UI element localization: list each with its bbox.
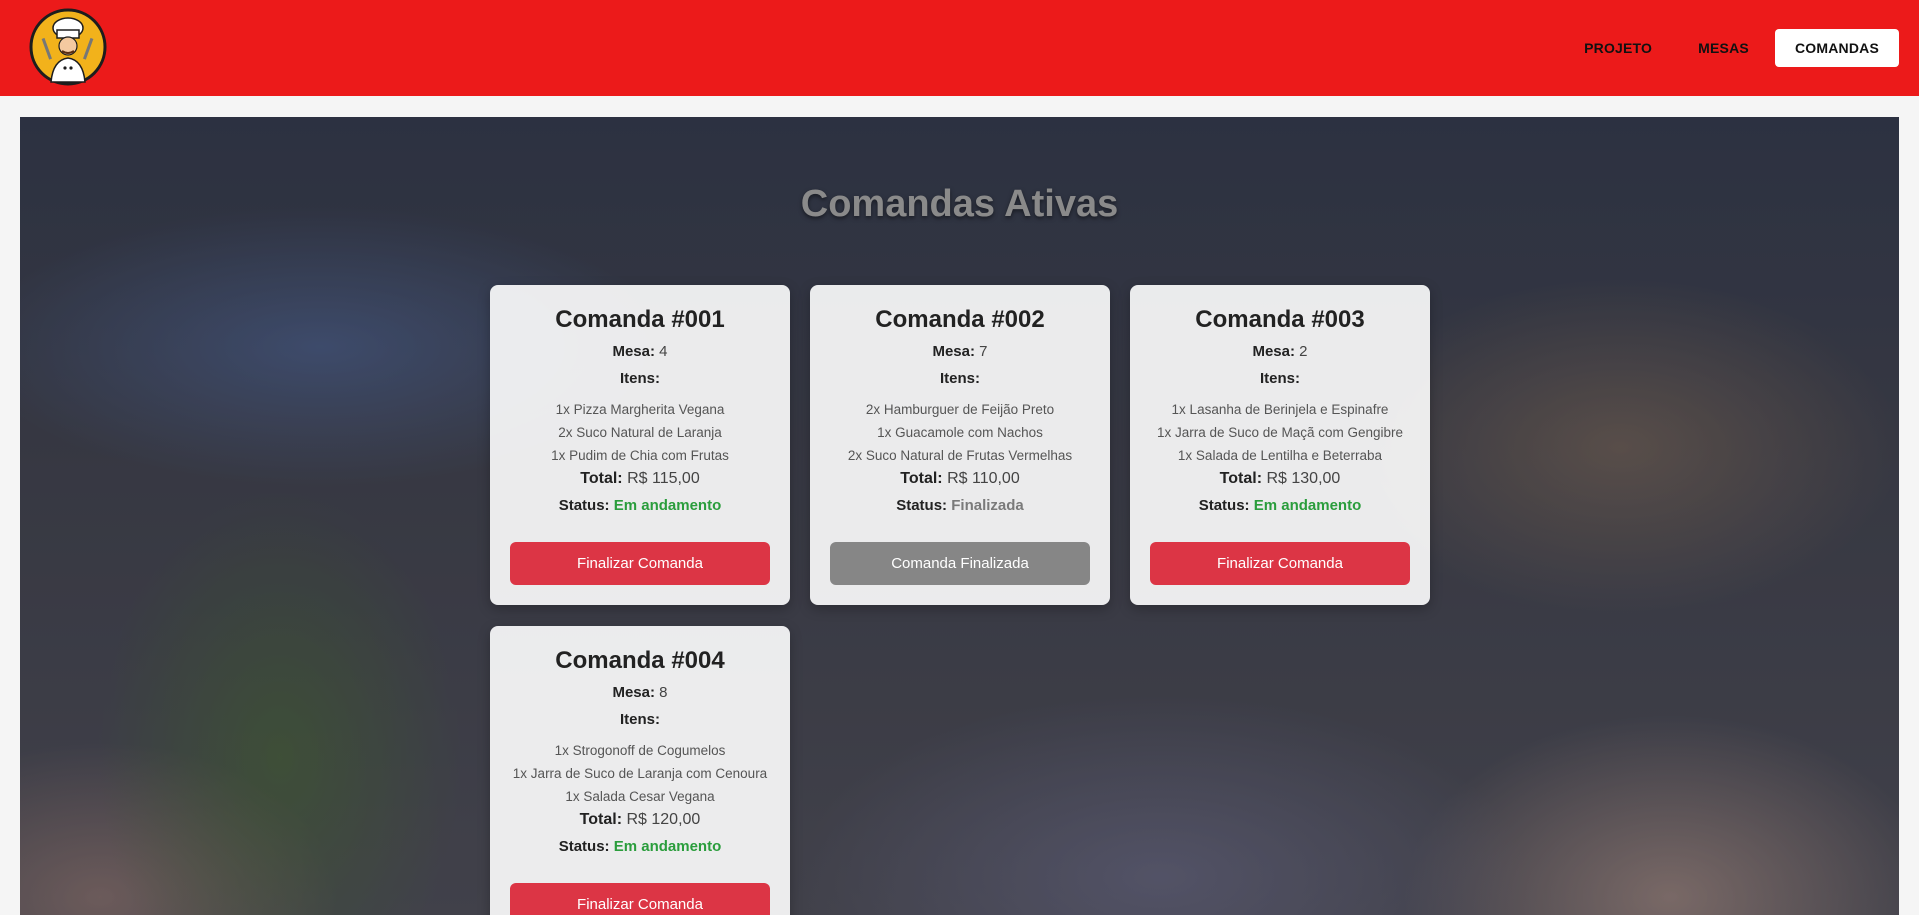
status-badge: Finalizada xyxy=(951,497,1024,514)
comanda-card: Comanda #001 Mesa: 4 Itens: 1x Pizza Mar… xyxy=(490,285,790,605)
comanda-title: Comanda #001 xyxy=(555,306,725,333)
nav-mesas[interactable]: MESAS xyxy=(1678,29,1769,67)
mesa-value: 8 xyxy=(659,684,668,701)
list-item: 1x Strogonoff de Cogumelos xyxy=(554,743,726,758)
comanda-finalizada-button[interactable]: Comanda Finalizada xyxy=(830,542,1090,585)
list-item: 1x Jarra de Suco de Maçã com Gengibre xyxy=(1156,425,1404,440)
item-list: 1x Pizza Margherita Vegana 2x Suco Natur… xyxy=(490,398,790,467)
list-item: 1x Guacamole com Nachos xyxy=(877,425,1043,440)
status-line: Status: Em andamento xyxy=(1198,497,1362,514)
list-item: 1x Pudim de Chia com Frutas xyxy=(551,448,729,463)
item-list: 2x Hamburguer de Feijão Preto 1x Guacamo… xyxy=(810,398,1110,467)
total-line: Total: R$ 130,00 xyxy=(1219,470,1341,487)
finalizar-comanda-button[interactable]: Finalizar Comanda xyxy=(1150,542,1410,585)
itens-label: Itens: xyxy=(939,370,980,387)
comanda-card: Comanda #004 Mesa: 8 Itens: 1x Strogonof… xyxy=(490,626,790,915)
status-line: Status: Em andamento xyxy=(558,497,722,514)
comanda-title: Comanda #003 xyxy=(1195,306,1365,333)
mesa-line: Mesa: 2 xyxy=(1252,343,1308,360)
status-badge: Em andamento xyxy=(613,497,722,514)
list-item: 1x Jarra de Suco de Laranja com Cenoura xyxy=(512,766,768,781)
item-list: 1x Lasanha de Berinjela e Espinafre 1x J… xyxy=(1130,398,1430,467)
page-title: Comandas Ativas xyxy=(800,183,1119,225)
main-nav: PROJETO MESAS COMANDAS xyxy=(1564,29,1899,67)
mesa-line: Mesa: 7 xyxy=(932,343,988,360)
total-value: R$ 130,00 xyxy=(1266,470,1341,487)
status-line: Status: Finalizada xyxy=(896,497,1024,514)
list-item: 2x Hamburguer de Feijão Preto xyxy=(865,402,1055,417)
mesa-line: Mesa: 4 xyxy=(612,343,668,360)
total-value: R$ 110,00 xyxy=(947,470,1020,487)
finalizar-comanda-button[interactable]: Finalizar Comanda xyxy=(510,883,770,915)
finalizar-comanda-button[interactable]: Finalizar Comanda xyxy=(510,542,770,585)
status-badge: Em andamento xyxy=(613,838,722,855)
top-navbar: PROJETO MESAS COMANDAS xyxy=(0,0,1919,96)
total-value: R$ 120,00 xyxy=(626,811,701,828)
total-line: Total: R$ 110,00 xyxy=(900,470,1020,487)
list-item: 2x Suco Natural de Laranja xyxy=(558,425,722,440)
status-line: Status: Em andamento xyxy=(558,838,722,855)
nav-comandas[interactable]: COMANDAS xyxy=(1774,29,1899,67)
itens-label: Itens: xyxy=(619,370,660,387)
list-item: 1x Lasanha de Berinjela e Espinafre xyxy=(1171,402,1389,417)
comanda-title: Comanda #004 xyxy=(555,647,725,674)
mesa-value: 4 xyxy=(659,343,668,360)
itens-label: Itens: xyxy=(619,711,660,728)
list-item: 1x Salada de Lentilha e Beterraba xyxy=(1177,448,1383,463)
hero-section: Comandas Ativas Comanda #001 Mesa: 4 Ite… xyxy=(20,117,1899,915)
nav-projeto[interactable]: PROJETO xyxy=(1564,29,1672,67)
comanda-card: Comanda #002 Mesa: 7 Itens: 2x Hamburgue… xyxy=(810,285,1110,605)
item-list: 1x Strogonoff de Cogumelos 1x Jarra de S… xyxy=(490,739,790,808)
mesa-value: 7 xyxy=(979,343,988,360)
list-item: 1x Salada Cesar Vegana xyxy=(565,789,715,804)
status-badge: Em andamento xyxy=(1253,497,1362,514)
list-item: 1x Pizza Margherita Vegana xyxy=(555,402,725,417)
chef-logo[interactable] xyxy=(29,8,107,86)
comanda-title: Comanda #002 xyxy=(875,306,1045,333)
total-line: Total: R$ 120,00 xyxy=(579,811,701,828)
comanda-card: Comanda #003 Mesa: 2 Itens: 1x Lasanha d… xyxy=(1130,285,1430,605)
total-line: Total: R$ 115,00 xyxy=(580,470,700,487)
list-item: 2x Suco Natural de Frutas Vermelhas xyxy=(847,448,1073,463)
itens-label: Itens: xyxy=(1259,370,1300,387)
mesa-value: 2 xyxy=(1299,343,1308,360)
total-value: R$ 115,00 xyxy=(627,470,700,487)
mesa-line: Mesa: 8 xyxy=(612,684,668,701)
